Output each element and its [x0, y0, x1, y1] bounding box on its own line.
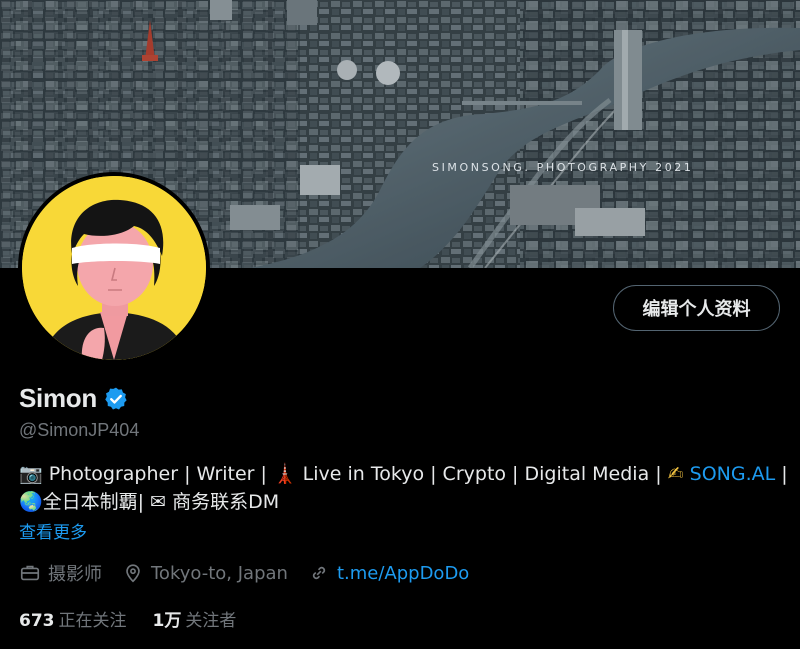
link-icon [312, 566, 326, 580]
location-pin-icon [126, 564, 140, 583]
envelope-icon: ✉ [150, 491, 167, 513]
bio-text: Photographer | Writer | [42, 463, 273, 485]
bio-text: Live in Tokyo | Crypto | Digital Media | [296, 463, 668, 485]
profile-website[interactable]: t.me/AppDoDo [308, 562, 469, 584]
profile-stats: 673 正在关注 1万 关注者 [19, 606, 262, 631]
verified-badge-icon[interactable] [103, 386, 129, 412]
website-link[interactable]: t.me/AppDoDo [337, 563, 469, 584]
bio-text: 商务联系DM [166, 491, 280, 513]
profile-job: 摄影师 [19, 560, 102, 586]
bio-text: | [775, 463, 788, 485]
briefcase-icon [20, 565, 40, 581]
profile-location: Tokyo-to, Japan [122, 562, 288, 584]
followers-stat[interactable]: 1万 关注者 [153, 606, 237, 631]
camera-icon: 📷 [19, 463, 43, 485]
following-stat[interactable]: 673 正在关注 [19, 606, 127, 631]
following-label: 正在关注 [58, 611, 127, 631]
edit-profile-button[interactable]: 编辑个人资料 [613, 285, 780, 331]
job-text: 摄影师 [48, 564, 102, 585]
show-more-link[interactable]: 查看更多 [19, 518, 87, 543]
bio-text: 全日本制覇| [42, 491, 151, 513]
avatar-image [22, 176, 206, 360]
profile-name: Simon [19, 383, 97, 413]
followers-label: 关注者 [185, 611, 237, 631]
bio-link-song-al[interactable]: SONG.AL [684, 463, 776, 485]
banner-watermark: SIMONSONG. PHOTOGRAPHY 2021 [432, 161, 694, 174]
avatar[interactable] [18, 172, 210, 364]
tokyo-tower-icon: 🗼 [272, 463, 297, 485]
profile-handle: @SimonJP404 [19, 420, 140, 440]
location-text: Tokyo-to, Japan [151, 562, 288, 584]
globe-icon: 🌏 [19, 491, 43, 513]
profile-name-row: Simon [19, 383, 129, 414]
avatar-illustration [22, 176, 206, 360]
followers-count: 1万 [152, 611, 182, 631]
writing-hand-icon: ✍ [667, 463, 684, 485]
following-count: 673 [19, 611, 55, 631]
profile-meta: 摄影师 Tokyo-to, Japan t.me/AppDoDo [19, 560, 489, 586]
profile-bio: 📷 Photographer | Writer | 🗼 Live in Toky… [19, 460, 789, 516]
